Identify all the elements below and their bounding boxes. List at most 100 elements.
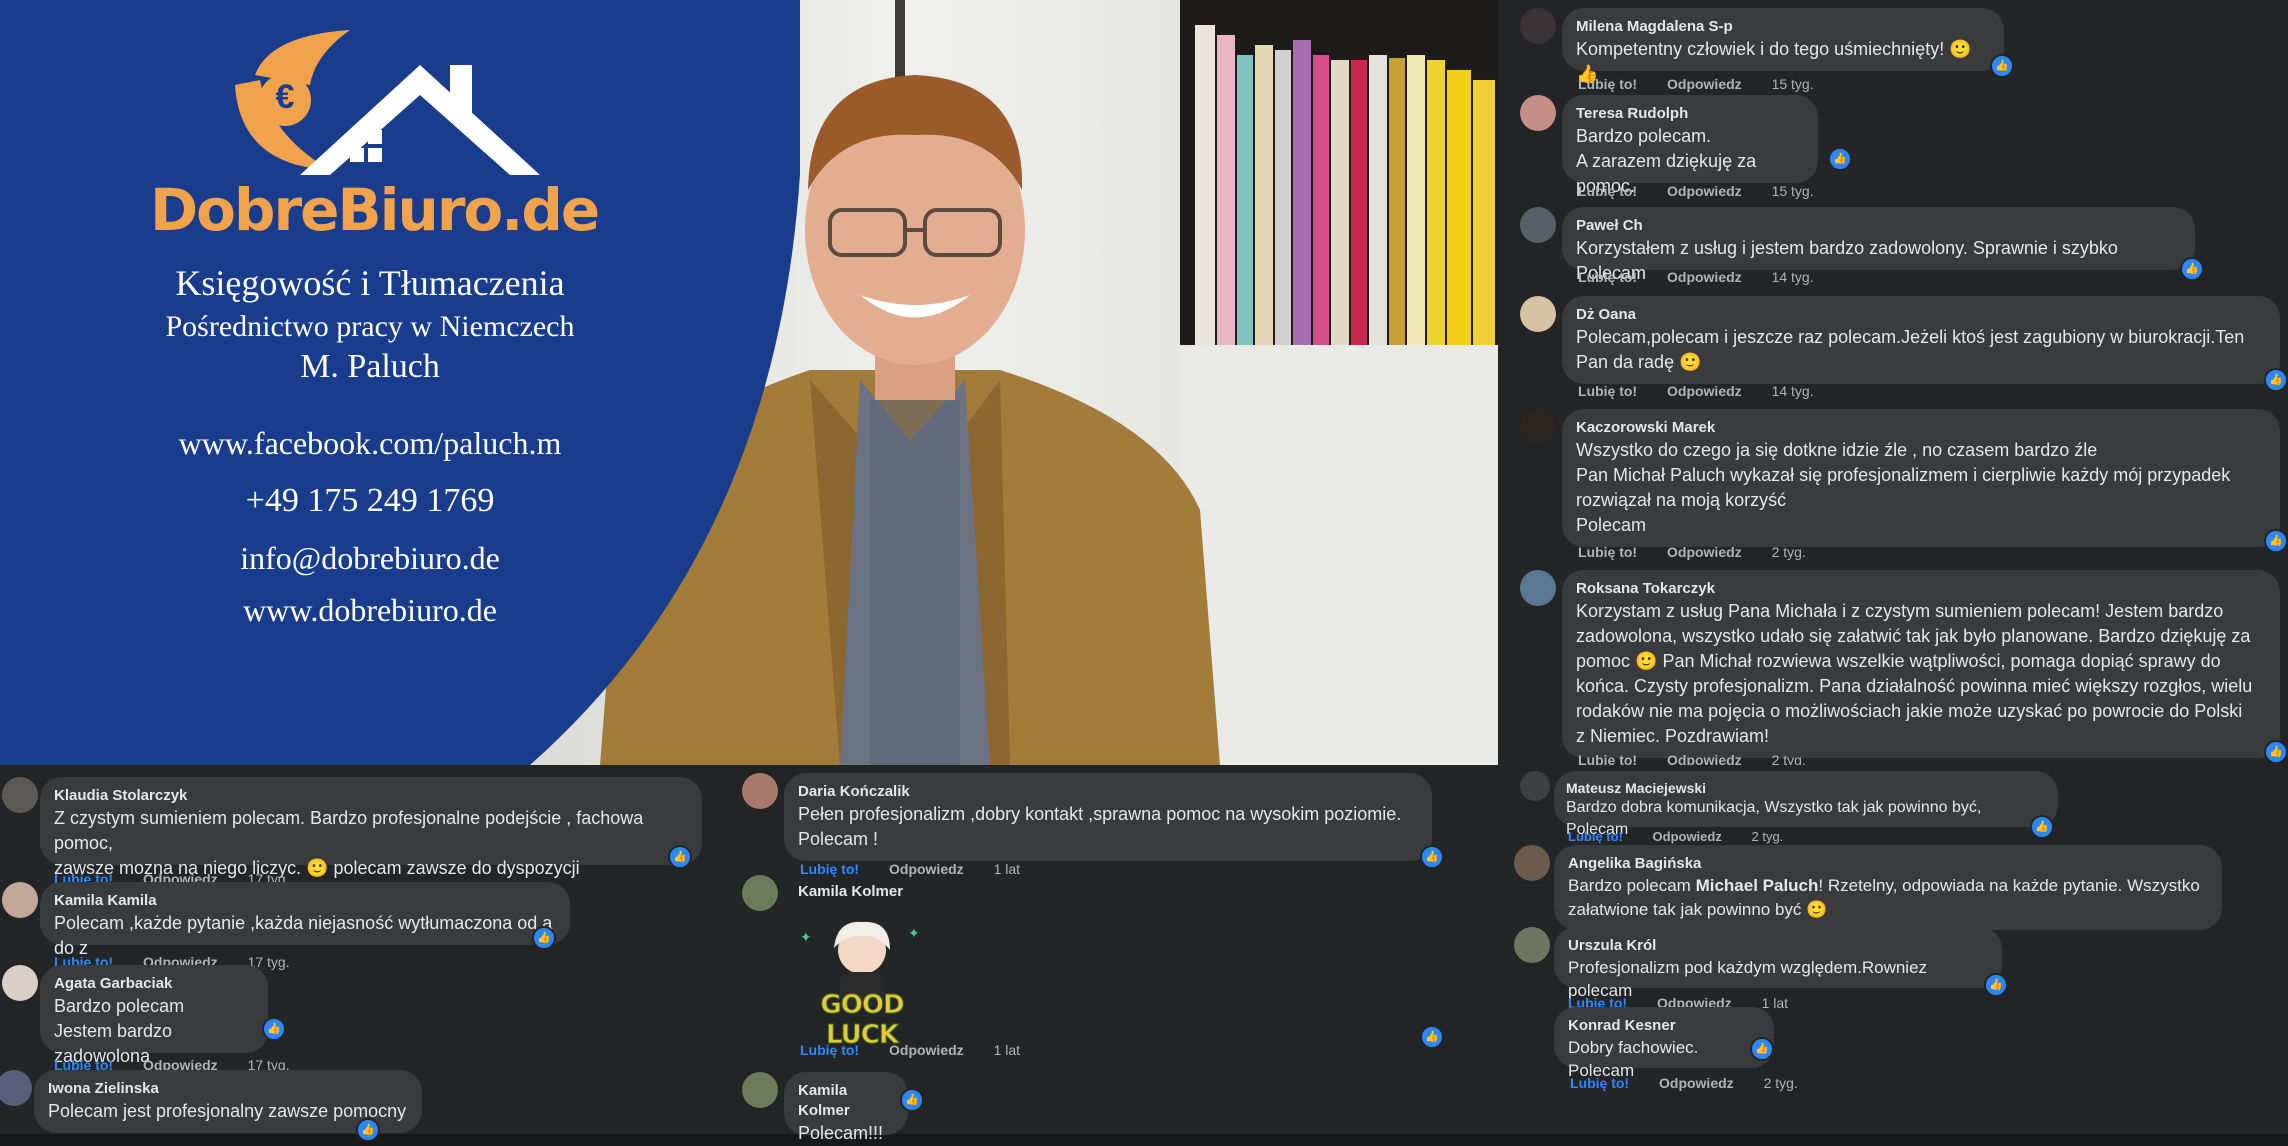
like-reaction-icon[interactable]: 👍 [2264,529,2288,553]
comment-actions: Lubię to! Odpowiedz 2 tyg. [1578,544,1832,560]
commenter-name[interactable]: Kamila Kolmer [798,1081,894,1121]
avatar[interactable] [1520,570,1556,606]
like-link[interactable]: Lubię to! [1578,383,1637,399]
comment-actions: Lubię to! Odpowiedz 1 lat [800,1042,1046,1058]
like-reaction-icon[interactable]: 👍 [2030,815,2054,839]
avatar[interactable] [2,882,38,918]
like-link[interactable]: Lubię to! [1568,829,1623,844]
commenter-name[interactable]: Kaczorowski Marek [1576,418,2266,438]
avatar[interactable] [1520,95,1556,131]
timestamp[interactable]: 14 tyg. [1772,383,1814,399]
avatar[interactable] [0,1070,32,1106]
reply-link[interactable]: Odpowiedz [1667,383,1742,399]
commenter-name[interactable]: Milena Magdalena S-p [1576,17,1990,37]
avatar[interactable] [1514,845,1550,881]
reply-link[interactable]: Odpowiedz [1659,1075,1734,1091]
like-reaction-icon[interactable]: 👍 [900,1088,924,1112]
svg-text:✦: ✦ [908,926,920,942]
avatar[interactable] [742,875,778,911]
facebook-url: www.facebook.com/paluch.m [178,425,562,461]
avatar[interactable] [2,965,38,1001]
avatar[interactable] [1520,207,1556,243]
mentioned-name[interactable]: Michael Paluch [1696,876,1819,895]
timestamp[interactable]: 2 tyg. [1751,829,1783,844]
avatar[interactable] [2,777,38,813]
comment-actions: Lubię to! Odpowiedz 15 tyg. [1578,76,1840,92]
like-reaction-icon[interactable]: 👍 [262,1017,286,1041]
like-link[interactable]: Lubię to! [1578,269,1637,285]
comment-text: rozwiązał na moją korzyść [1576,490,1787,510]
like-link[interactable]: Lubię to! [800,1042,859,1058]
commenter-name[interactable]: Iwona Zielinska [48,1079,408,1099]
comment-text: z Niemiec. Pozdrawiam! [1576,726,1770,746]
promo-banner: € DobreBiuro.de Księgowość i Tłumaczenia… [0,0,1498,765]
sticker-caption: GOOD LUCK [820,990,905,1051]
timestamp[interactable]: 14 tyg. [1772,269,1814,285]
avatar[interactable] [1520,771,1550,801]
like-reaction-icon[interactable]: 👍 [2180,257,2204,281]
like-reaction-icon[interactable]: 👍 [532,926,556,950]
like-reaction-icon[interactable]: 👍 [1420,1025,1444,1049]
comment-bubble: Paweł Ch Korzystałem z usług i jestem ba… [1562,207,2195,283]
like-reaction-icon[interactable]: 👍 [1750,1037,1774,1061]
comments-panel-bottom-middle: Daria Kończalik Pełen profesjonalizm ,do… [740,765,1498,1143]
avatar[interactable] [1520,8,1556,44]
commenter-name[interactable]: Daria Kończalik [798,782,1418,802]
avatar[interactable] [1514,927,1550,963]
commenter-name[interactable]: Konrad Kesner [1568,1016,1760,1036]
commenter-name[interactable]: Kamila Kolmer [798,883,903,900]
comments-panel-bottom-left: Klaudia Stolarczyk Z czystym sumieniem p… [0,765,740,1142]
timestamp[interactable]: 2 tyg. [1764,1075,1798,1091]
reply-link[interactable]: Odpowiedz [1667,269,1742,285]
reply-link[interactable]: Odpowiedz [1653,829,1722,844]
comment-text: Z czystym sumieniem polecam. Bardzo prof… [54,808,644,853]
like-reaction-icon[interactable]: 👍 [1828,147,1852,171]
like-reaction-icon[interactable]: 👍 [2264,740,2288,764]
reply-link[interactable]: Odpowiedz [1667,183,1742,199]
comment-text: Korzystam z usług Pana Michała i z czyst… [1576,601,2224,621]
commenter-name[interactable]: Paweł Ch [1576,216,2181,236]
commenter-name[interactable]: Mateusz Maciejewski [1566,779,2046,797]
like-reaction-icon[interactable]: 👍 [2264,368,2288,392]
reply-link[interactable]: Odpowiedz [1667,544,1742,560]
like-link[interactable]: Lubię to! [800,861,859,877]
comment-bubble: Dż Oana Polecam,polecam i jeszcze raz po… [1562,296,2280,384]
timestamp[interactable]: 1 lat [1762,995,1788,1011]
timestamp[interactable]: 1 lat [994,1042,1020,1058]
commenter-name[interactable]: Klaudia Stolarczyk [54,786,688,806]
commenter-name[interactable]: Angelika Bagińska [1568,854,2208,874]
like-link[interactable]: Lubię to! [1570,1075,1629,1091]
avatar[interactable] [1520,409,1556,445]
comment-text: Pan da radę 🙂 [1576,352,1702,372]
commenter-name[interactable]: Dż Oana [1576,305,2266,325]
timestamp[interactable]: 15 tyg. [1772,183,1814,199]
commenter-name[interactable]: Teresa Rudolph [1576,104,1804,124]
commenter-name[interactable]: Agata Garbaciak [54,974,254,994]
avatar[interactable] [742,1072,778,1108]
commenter-name[interactable]: Urszula Król [1568,936,1988,956]
like-link[interactable]: Lubię to! [1578,183,1637,199]
like-reaction-icon[interactable]: 👍 [356,1118,380,1142]
comment-bubble: Milena Magdalena S-p Kompetentny człowie… [1562,8,2004,84]
reply-link[interactable]: Odpowiedz [889,861,964,877]
avatar[interactable] [742,773,778,809]
commenter-name[interactable]: Roksana Tokarczyk [1576,579,2266,599]
like-reaction-icon[interactable]: 👍 [668,845,692,869]
comment-actions: Lubię to! Odpowiedz 1 lat [800,861,1046,877]
good-luck-sticker[interactable]: ✦ ✦ GOOD LUCK [792,920,932,1051]
commenter-name[interactable]: Kamila Kamila [54,891,556,911]
reply-link[interactable]: Odpowiedz [1667,76,1742,92]
timestamp[interactable]: 1 lat [994,861,1020,877]
comment-text: Polecam jest profesjonalny zawsze pomocn… [48,1101,407,1121]
timestamp[interactable]: 2 tyg. [1772,544,1806,560]
timestamp[interactable]: 15 tyg. [1772,76,1814,92]
like-reaction-icon[interactable]: 👍 [1990,54,2014,78]
avatar[interactable] [1520,296,1556,332]
like-link[interactable]: Lubię to! [1578,544,1637,560]
like-reaction-icon[interactable]: 👍 [1420,845,1444,869]
like-reaction-icon[interactable]: 👍 [1984,973,2008,997]
comment-text: rodaków nie ma pojęcia o możliwościach j… [1576,701,2243,721]
like-link[interactable]: Lubię to! [1578,76,1637,92]
reply-link[interactable]: Odpowiedz [889,1042,964,1058]
phone-number: +49 175 249 1769 [245,482,495,519]
